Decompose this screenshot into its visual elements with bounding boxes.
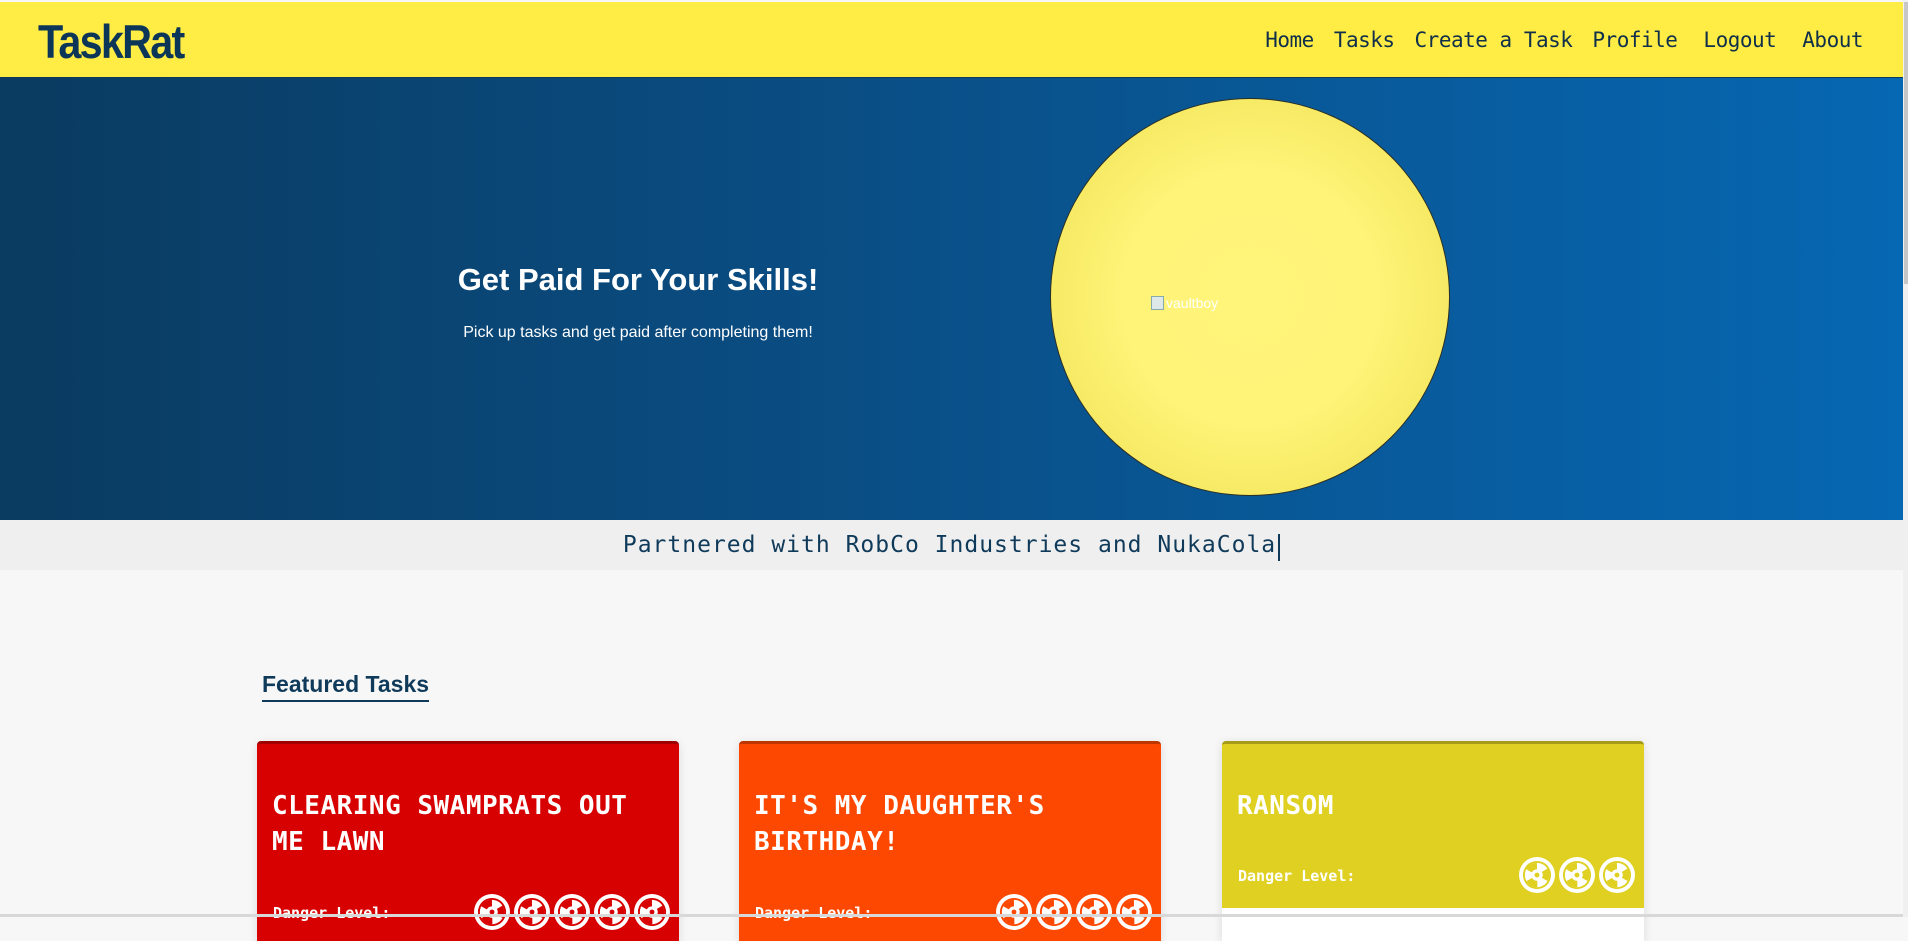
card-body	[1222, 908, 1644, 941]
radiation-icon	[1116, 894, 1152, 930]
danger-level-icons	[474, 894, 670, 930]
nav-logout-link[interactable]: Logout	[1703, 28, 1776, 52]
featured-tasks-heading: Featured Tasks	[262, 671, 430, 702]
radiation-icon	[634, 894, 670, 930]
nav-home-link[interactable]: Home	[1265, 28, 1314, 52]
task-card[interactable]: CLEARING SWAMPRATS OUT ME LAWN Danger Le…	[257, 741, 679, 941]
danger-level-icons	[996, 894, 1152, 930]
task-card[interactable]: IT'S MY DAUGHTER'S BIRTHDAY! Danger Leve…	[739, 741, 1161, 941]
nav-about-link[interactable]: About	[1802, 28, 1863, 52]
danger-level-label: Danger Level:	[755, 904, 873, 922]
hero-title: Get Paid For Your Skills!	[457, 262, 819, 297]
radiation-icon	[594, 894, 630, 930]
danger-level-label: Danger Level:	[273, 904, 391, 922]
hero-banner: Get Paid For Your Skills! Pick up tasks …	[0, 78, 1903, 520]
radiation-icon	[1559, 857, 1595, 893]
site-logo[interactable]: TaskRat	[38, 14, 185, 69]
hero-image-circle: vaultboy	[1050, 98, 1450, 496]
nav-tasks-link[interactable]: Tasks	[1334, 28, 1395, 52]
vaultboy-image: vaultboy	[1151, 295, 1218, 311]
radiation-icon	[474, 894, 510, 930]
task-card-title: CLEARING SWAMPRATS OUT ME LAWN	[272, 791, 628, 857]
partner-strip: Partnered with RobCo Industries and Nuka…	[0, 520, 1903, 570]
task-card[interactable]: RANSOM Danger Level:	[1222, 741, 1644, 941]
danger-level-icons	[1519, 857, 1635, 893]
radiation-icon	[554, 894, 590, 930]
radiation-icon	[1599, 857, 1635, 893]
radiation-icon	[1076, 894, 1112, 930]
task-card-title: IT'S MY DAUGHTER'S BIRTHDAY!	[754, 791, 1045, 857]
scrollbar-thumb[interactable]	[1904, 2, 1908, 284]
hero-subtitle: Pick up tasks and get paid after complet…	[463, 324, 813, 341]
radiation-icon	[1519, 857, 1555, 893]
nav-create-task-link[interactable]: Create a Task	[1415, 28, 1573, 52]
radiation-icon	[514, 894, 550, 930]
vaultboy-alt-text: vaultboy	[1166, 295, 1219, 311]
task-card-title: RANSOM	[1237, 791, 1334, 821]
top-navbar: TaskRat Home Tasks Create a Task Profile…	[0, 2, 1903, 78]
danger-level-label: Danger Level:	[1238, 867, 1356, 885]
nav-profile-link[interactable]: Profile	[1592, 28, 1678, 52]
partner-text: Partnered with RobCo Industries and Nuka…	[622, 532, 1277, 558]
main-nav: Home Tasks Create a Task Profile Logout …	[1265, 28, 1863, 52]
typing-caret	[1278, 534, 1281, 562]
radiation-icon	[1036, 894, 1072, 930]
broken-image-icon	[1151, 296, 1164, 310]
radiation-icon	[996, 894, 1032, 930]
